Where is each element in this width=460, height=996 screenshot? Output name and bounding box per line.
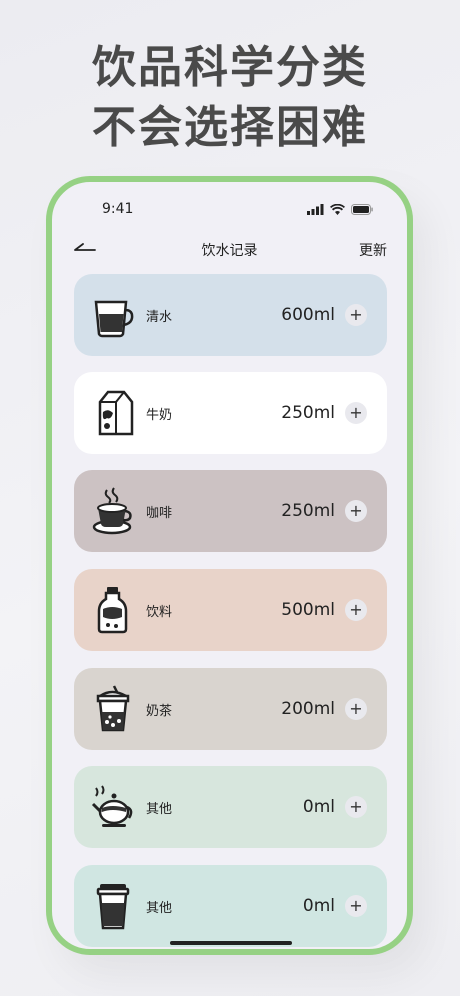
drink-card-milk-tea[interactable]: 奶茶 200ml + xyxy=(74,668,387,750)
drink-name: 饮料 xyxy=(146,604,173,620)
drink-amount: 250ml xyxy=(281,403,335,423)
drink-amount: 0ml xyxy=(302,797,335,817)
add-button[interactable]: + xyxy=(345,698,367,720)
takeaway-cup-icon xyxy=(96,884,130,930)
status-time: 9:41 xyxy=(102,201,134,217)
wifi-icon xyxy=(330,204,345,215)
add-button[interactable]: + xyxy=(345,402,367,424)
drink-card-soda[interactable]: 饮料 500ml + xyxy=(74,569,387,651)
drink-name: 清水 xyxy=(146,309,173,325)
coffee-cup-icon xyxy=(92,487,132,535)
drink-card-coffee[interactable]: 咖啡 250ml + xyxy=(74,470,387,552)
update-button[interactable]: 更新 xyxy=(359,240,387,260)
bubble-tea-icon xyxy=(96,685,130,732)
add-button[interactable]: + xyxy=(345,500,367,522)
drink-amount: 600ml xyxy=(281,305,335,325)
signal-icon xyxy=(307,204,324,215)
drink-amount: 200ml xyxy=(281,699,335,719)
add-button[interactable]: + xyxy=(345,895,367,917)
drink-amount: 0ml xyxy=(302,896,335,916)
headline-line-1: 饮品科学分类 xyxy=(92,42,368,93)
soda-bottle-icon xyxy=(97,587,128,634)
headline-line-2: 不会选择困难 xyxy=(92,102,368,153)
drink-amount: 250ml xyxy=(281,501,335,521)
add-button[interactable]: + xyxy=(345,304,367,326)
water-glass-icon xyxy=(94,300,134,338)
phone-frame: 9:41 饮水记录 更新 清水 600ml + 牛奶 250ml + 咖啡 25… xyxy=(46,176,413,955)
headline: 饮品科学分类 不会选择困难 xyxy=(0,38,460,158)
drink-card-milk[interactable]: 牛奶 250ml + xyxy=(74,372,387,454)
teapot-icon xyxy=(91,785,133,827)
add-button[interactable]: + xyxy=(345,796,367,818)
status-icons xyxy=(307,204,373,215)
drink-name: 其他 xyxy=(146,801,173,817)
drink-name: 奶茶 xyxy=(146,703,173,719)
drink-card-other-1[interactable]: 其他 0ml + xyxy=(74,766,387,848)
drink-name: 咖啡 xyxy=(146,505,173,521)
add-button[interactable]: + xyxy=(345,599,367,621)
home-indicator xyxy=(170,941,292,945)
drink-card-other-2[interactable]: 其他 0ml + xyxy=(74,865,387,947)
page-title: 饮水记录 xyxy=(201,243,258,259)
drink-name: 其他 xyxy=(146,900,173,916)
drink-card-water[interactable]: 清水 600ml + xyxy=(74,274,387,356)
milk-carton-icon xyxy=(98,390,134,436)
drink-name: 牛奶 xyxy=(146,407,173,423)
drink-amount: 500ml xyxy=(281,600,335,620)
battery-icon xyxy=(351,204,373,215)
